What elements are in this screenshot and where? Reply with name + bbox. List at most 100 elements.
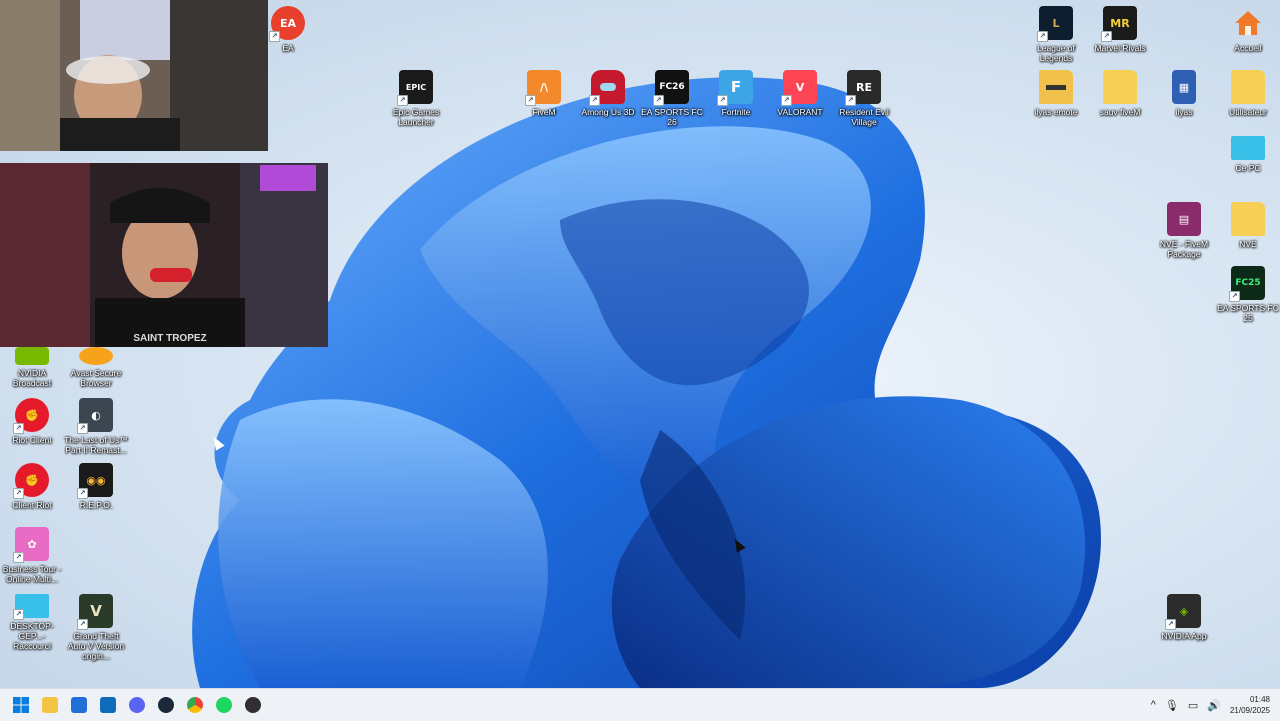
file-explorer-icon [42, 697, 58, 713]
desktop-icon-nvidia-app[interactable]: ◈ ↗ NVIDIA App [1152, 594, 1216, 641]
start-icon [13, 697, 29, 713]
clock-date: 21/09/2025 [1229, 706, 1270, 715]
desktop-icon-label: Grand Theft Auto V Version origin... [67, 631, 125, 661]
desktop-icon-valorant[interactable]: V ↗ VALORANT [768, 70, 832, 117]
desktop-icon-nvidia-broadcast[interactable]: NVIDIA Broadcast [0, 347, 64, 388]
resident-evil-icon: RE ↗ [845, 70, 881, 106]
marvel-rivals-icon: MR ↗ [1101, 6, 1137, 42]
fc25-icon: FC25 ↗ [1229, 266, 1265, 302]
taskbar-discord[interactable] [124, 692, 150, 718]
folder-icon [1103, 70, 1137, 104]
business-tour-icon: ✿ ↗ [13, 527, 49, 563]
desktop-icon-ilyas[interactable]: ▦ ilyas [1152, 70, 1216, 117]
desktop-icon-label: Epic Games Launcher [392, 107, 440, 127]
clock-time: 01:48 [1249, 695, 1270, 704]
desktop-icon-label: Avast Secure Browser [70, 368, 122, 388]
steam-icon [158, 697, 174, 713]
desktop-icon-label: Among Us 3D [581, 107, 635, 117]
nvidia-app-icon: ◈ ↗ [1165, 594, 1201, 630]
fc26-icon: FC26 ↗ [653, 70, 689, 106]
desktop-icon-label: NVE - FiveM Package [1159, 239, 1209, 259]
desktop-icon-avast[interactable]: Avast Secure Browser [64, 347, 128, 388]
desktop-icon-utilisateur[interactable]: Utilisateur [1216, 70, 1280, 117]
obs-icon [245, 697, 261, 713]
desktop-icon-label: Client Riot [12, 500, 52, 510]
desktop-icon-among-us[interactable]: ↗ Among Us 3D [576, 70, 640, 117]
desktop-icon-label: NVE [1239, 239, 1257, 249]
desktop-icon-resident-evil[interactable]: RE ↗ Resident Evil Village [832, 70, 896, 127]
desktop-icon-repo[interactable]: ◉◉ ↗ R.E.P.O. [64, 463, 128, 510]
taskbar-file-explorer[interactable] [37, 692, 63, 718]
desktop-icon-client-riot[interactable]: ✊ ↗ Client Riot [0, 463, 64, 510]
desktop-icon-label: NVIDIA Broadcast [12, 368, 52, 388]
desktop-icon-ea[interactable]: EA ↗ EA [256, 6, 320, 53]
system-tray: ^ 🎙 ▭ 🔊 01:48 21/09/2025 [1151, 689, 1270, 721]
desktop-icon-sauv-fivem[interactable]: sauv fiveM [1088, 70, 1152, 117]
start-button[interactable] [8, 692, 34, 718]
desktop-icon-label: DESKTOP-GEP...- Raccourci [10, 621, 54, 651]
repo-game-icon: ◉◉ ↗ [77, 463, 113, 499]
desktop-icon-fc25[interactable]: FC25 ↗ EA SPORTS FC 25 [1216, 266, 1280, 323]
desktop-icon-label: Business Tour - Online Multi... [2, 564, 62, 584]
desktop-icon-label: The Last of Us™ Part II Remast... [64, 435, 128, 455]
desktop-icon-label: VALORANT [777, 107, 823, 117]
desktop-icon-label: sauv fiveM [1099, 107, 1141, 117]
desktop-icon-label: League of Legends [1037, 43, 1075, 63]
fortnite-icon: F ↗ [717, 70, 753, 106]
desktop-icon-fivem[interactable]: /\ ↗ FiveM [512, 70, 576, 117]
riot-client-icon: ✊ ↗ [13, 398, 49, 434]
desktop-icon-label: Accueil [1234, 43, 1262, 53]
desktop-icon-last-of-us[interactable]: ◐ ↗ The Last of Us™ Part II Remast... [64, 398, 128, 455]
desktop-icon-label: Marvel Rivals [1094, 43, 1146, 53]
desktop-icon-label: FiveM [532, 107, 556, 117]
nvidia-broadcast-icon [15, 347, 49, 365]
desktop-icon-label: ilyas emote [1034, 107, 1078, 117]
network-icon[interactable]: ▭ [1188, 699, 1198, 712]
taskbar-chrome[interactable] [182, 692, 208, 718]
monitor-shortcut-icon: ↗ [13, 594, 49, 620]
taskbar-outlook[interactable] [95, 692, 121, 718]
desktop-icon-accueil[interactable]: Accueil [1216, 6, 1280, 53]
desktop-icon-label: R.E.P.O. [79, 500, 113, 510]
taskbar-spotify[interactable] [211, 692, 237, 718]
fivem-icon: /\ ↗ [525, 70, 561, 106]
last-of-us-icon: ◐ ↗ [77, 398, 113, 434]
taskbar: ^ 🎙 ▭ 🔊 01:48 21/09/2025 [0, 688, 1280, 721]
streamer2-shirt-text: SAINT TROPEZ [133, 333, 206, 344]
desktop-icon-league-of-legends[interactable]: L ↗ League of Legends [1024, 6, 1088, 63]
taskbar-store[interactable] [66, 692, 92, 718]
desktop-icon-epic-games[interactable]: EPIC ↗ Epic Games Launcher [384, 70, 448, 127]
ea-icon: EA ↗ [269, 6, 305, 42]
desktop-icon-label: EA SPORTS FC 26 [641, 107, 703, 127]
desktop-icon-gta[interactable]: V ↗ Grand Theft Auto V Version origin... [64, 594, 128, 661]
desktop-icon-label: EA [282, 43, 294, 53]
taskbar-obs[interactable] [240, 692, 266, 718]
desktop-icon-marvel-rivals[interactable]: MR ↗ Marvel Rivals [1088, 6, 1152, 53]
avast-browser-icon [79, 347, 113, 365]
desktop-icon-nve-package[interactable]: ▤ NVE - FiveM Package [1152, 202, 1216, 259]
desktop-icon-riot-client[interactable]: ✊ ↗ Riot Client [0, 398, 64, 445]
clock[interactable]: 01:48 21/09/2025 [1230, 694, 1270, 716]
desktop-icon-ilyas-emote[interactable]: ilyas emote [1024, 70, 1088, 117]
outlook-icon [100, 697, 116, 713]
desktop-icon-desktop-shortcut[interactable]: ↗ DESKTOP-GEP...- Raccourci [0, 594, 64, 651]
microphone-icon[interactable]: 🎙 [1165, 699, 1179, 712]
desktop-icon-fortnite[interactable]: F ↗ Fortnite [704, 70, 768, 117]
valorant-icon: V ↗ [781, 70, 817, 106]
desktop-icon-nve[interactable]: NVE [1216, 202, 1280, 249]
among-us-icon: ↗ [589, 70, 625, 106]
tray-overflow-chevron-icon[interactable]: ^ [1151, 699, 1156, 711]
desktop-icon-business-tour[interactable]: ✿ ↗ Business Tour - Online Multi... [0, 527, 64, 584]
webcam-overlay-streamer-1 [0, 0, 268, 151]
winrar-archive-icon: ▤ [1167, 202, 1201, 236]
desktop-icon-ce-pc[interactable]: Ce PC [1216, 136, 1280, 173]
desktop-icon-fc26[interactable]: FC26 ↗ EA SPORTS FC 26 [640, 70, 704, 127]
taskbar-steam[interactable] [153, 692, 179, 718]
desktop-icon-label: Ce PC [1235, 163, 1261, 173]
volume-icon[interactable]: 🔊 [1207, 699, 1221, 712]
home-icon [1231, 6, 1265, 40]
discord-icon [129, 697, 145, 713]
desktop-wallpaper: SAINT TROPEZ EA ↗ EA EPIC ↗ Epic Games Lau… [0, 0, 1280, 688]
folder-icon [1039, 70, 1073, 104]
store-icon [71, 697, 87, 713]
